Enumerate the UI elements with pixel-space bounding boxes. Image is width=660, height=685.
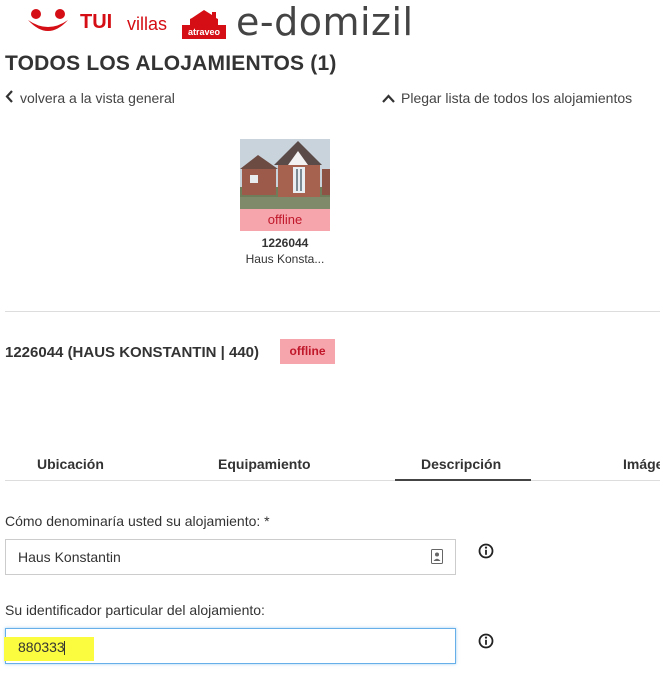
property-identifier-value: 880333 (18, 639, 65, 655)
tab-imagenes[interactable]: Imágenes (623, 456, 660, 472)
tab-equipamiento[interactable]: Equipamiento (218, 456, 311, 472)
chevron-left-icon (5, 90, 13, 103)
card-property-id: 1226044 (261, 236, 309, 250)
villas-logo-text: villas (127, 14, 168, 34)
property-card[interactable]: offline 1226044 Haus Konsta... (240, 139, 330, 266)
edomizil-logo: e-domizil (236, 0, 414, 44)
card-property-name: Haus Konsta... (245, 252, 325, 266)
info-icon[interactable] (478, 543, 494, 559)
atraveo-logo-text: atraveo (187, 27, 221, 37)
back-to-overview-link[interactable]: volvera a la vista general (5, 90, 175, 106)
active-tab-indicator (395, 479, 531, 481)
back-link-label: volvera a la vista general (20, 90, 175, 106)
text-cursor (64, 641, 65, 655)
property-detail-heading: 1226044 (HAUS KONSTANTIN | 440) (5, 344, 259, 361)
property-name-value: Haus Konstantin (18, 549, 121, 565)
tab-descripcion[interactable]: Descripción (421, 456, 501, 472)
collapse-list-link[interactable]: Plegar lista de todos los alojamientos (382, 90, 632, 106)
brand-logo-bar: TUI villas atraveo e-domizil (0, 0, 660, 44)
section-divider (5, 311, 660, 312)
property-status-badge: offline (280, 339, 335, 364)
property-name-input[interactable]: Haus Konstantin (5, 539, 456, 575)
collapse-link-label: Plegar lista de todos los alojamientos (401, 90, 633, 106)
property-identifier-label: Su identificador particular del alojamie… (5, 602, 265, 618)
card-status-badge: offline (240, 209, 330, 231)
tui-logo-text: TUI (80, 11, 113, 33)
contact-card-icon (431, 549, 443, 564)
house-photo-image (240, 139, 330, 209)
tui-smile-logo-icon (28, 9, 68, 31)
info-icon[interactable] (478, 633, 494, 649)
page-title: TODOS LOS ALOJAMIENTOS (1) (5, 52, 337, 75)
property-thumbnail (240, 139, 330, 209)
property-name-label: Cómo denominaría usted su alojamiento: * (5, 513, 270, 529)
edomizil-logo-text: e-domizil (236, 0, 414, 44)
chevron-up-icon (382, 94, 395, 103)
property-tabs: Ubicación Equipamiento Descripción Imáge… (5, 444, 660, 481)
tab-ubicacion[interactable]: Ubicación (37, 456, 104, 472)
